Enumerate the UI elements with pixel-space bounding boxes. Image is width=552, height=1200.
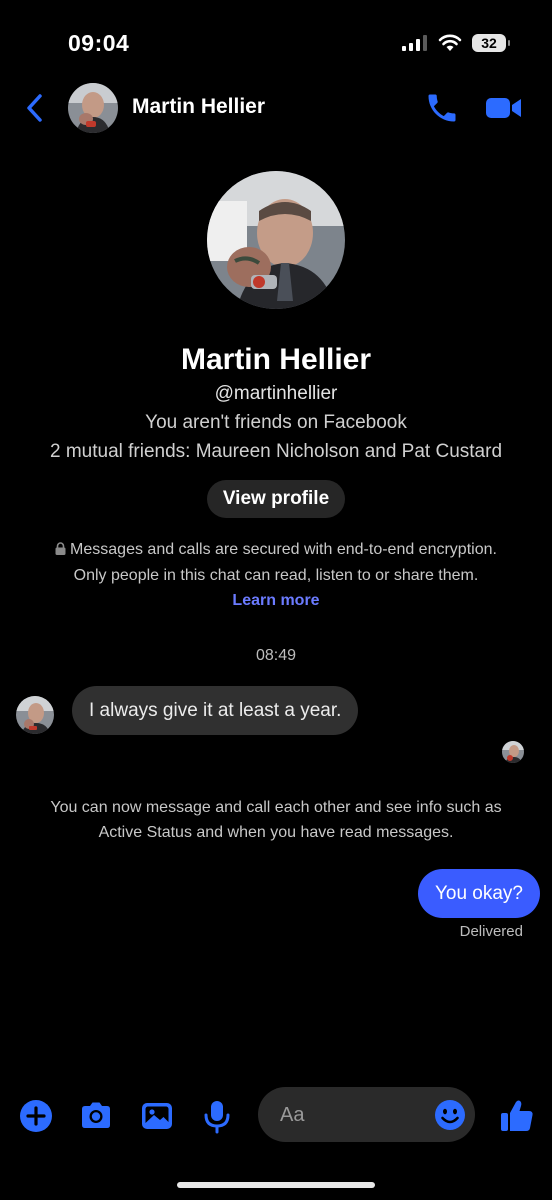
camera-icon bbox=[82, 1102, 110, 1128]
status-indicators: 32 bbox=[402, 34, 510, 52]
battery-indicator: 32 bbox=[472, 34, 510, 52]
wifi-icon bbox=[438, 34, 462, 51]
delivery-status: Delivered bbox=[459, 923, 523, 940]
learn-more-link[interactable]: Learn more bbox=[0, 592, 552, 610]
thumbs-up-icon bbox=[501, 1100, 533, 1131]
sender-avatar[interactable] bbox=[16, 696, 54, 734]
connection-notice-line1: You can now message and call each other … bbox=[50, 799, 502, 816]
microphone-icon bbox=[204, 1101, 230, 1134]
gallery-button[interactable] bbox=[139, 1098, 175, 1134]
home-indicator bbox=[177, 1182, 375, 1188]
camera-button[interactable] bbox=[78, 1098, 114, 1134]
emoji-icon bbox=[435, 1100, 465, 1130]
profile-photo[interactable] bbox=[207, 171, 345, 309]
view-profile-button[interactable]: View profile bbox=[207, 480, 345, 518]
encryption-notice-line1: Messages and calls are secured with end-… bbox=[0, 541, 552, 560]
image-icon bbox=[142, 1103, 172, 1129]
outgoing-message-bubble[interactable]: You okay? bbox=[417, 869, 540, 918]
profile-handle: @martinhellier bbox=[214, 383, 338, 404]
encryption-notice-line2: Only people in this chat can read, liste… bbox=[73, 567, 479, 584]
cellular-signal-icon bbox=[402, 35, 427, 51]
video-camera-icon bbox=[486, 98, 521, 118]
friend-status: You aren't friends on Facebook bbox=[145, 412, 407, 433]
like-button[interactable] bbox=[499, 1098, 535, 1134]
header-avatar[interactable] bbox=[68, 83, 118, 133]
message-timestamp: 08:49 bbox=[255, 647, 297, 664]
incoming-message-bubble[interactable]: I always give it at least a year. bbox=[72, 686, 359, 735]
encryption-text: Messages and calls are secured with end-… bbox=[70, 541, 497, 558]
status-time: 09:04 bbox=[68, 30, 130, 56]
emoji-button[interactable] bbox=[434, 1099, 466, 1131]
learn-more-label[interactable]: Learn more bbox=[232, 592, 319, 609]
chevron-left-icon bbox=[27, 94, 42, 122]
back-button[interactable] bbox=[22, 92, 48, 124]
profile-name: Martin Hellier bbox=[180, 343, 372, 376]
read-receipt-avatar bbox=[502, 741, 524, 763]
mutual-friends: 2 mutual friends: Maureen Nicholson and … bbox=[49, 441, 503, 462]
lock-icon bbox=[55, 542, 66, 560]
message-input[interactable] bbox=[278, 1087, 432, 1144]
contact-name-header[interactable]: Martin Hellier bbox=[132, 95, 265, 119]
voice-call-button[interactable] bbox=[424, 90, 460, 126]
phone-icon bbox=[428, 94, 456, 122]
voice-message-button[interactable] bbox=[199, 1098, 235, 1134]
message-composer[interactable] bbox=[258, 1087, 475, 1144]
video-call-button[interactable] bbox=[484, 92, 524, 124]
more-actions-button[interactable] bbox=[18, 1098, 54, 1134]
plus-icon bbox=[20, 1100, 52, 1132]
connection-notice-line2: Active Status and when you have read mes… bbox=[98, 824, 454, 841]
